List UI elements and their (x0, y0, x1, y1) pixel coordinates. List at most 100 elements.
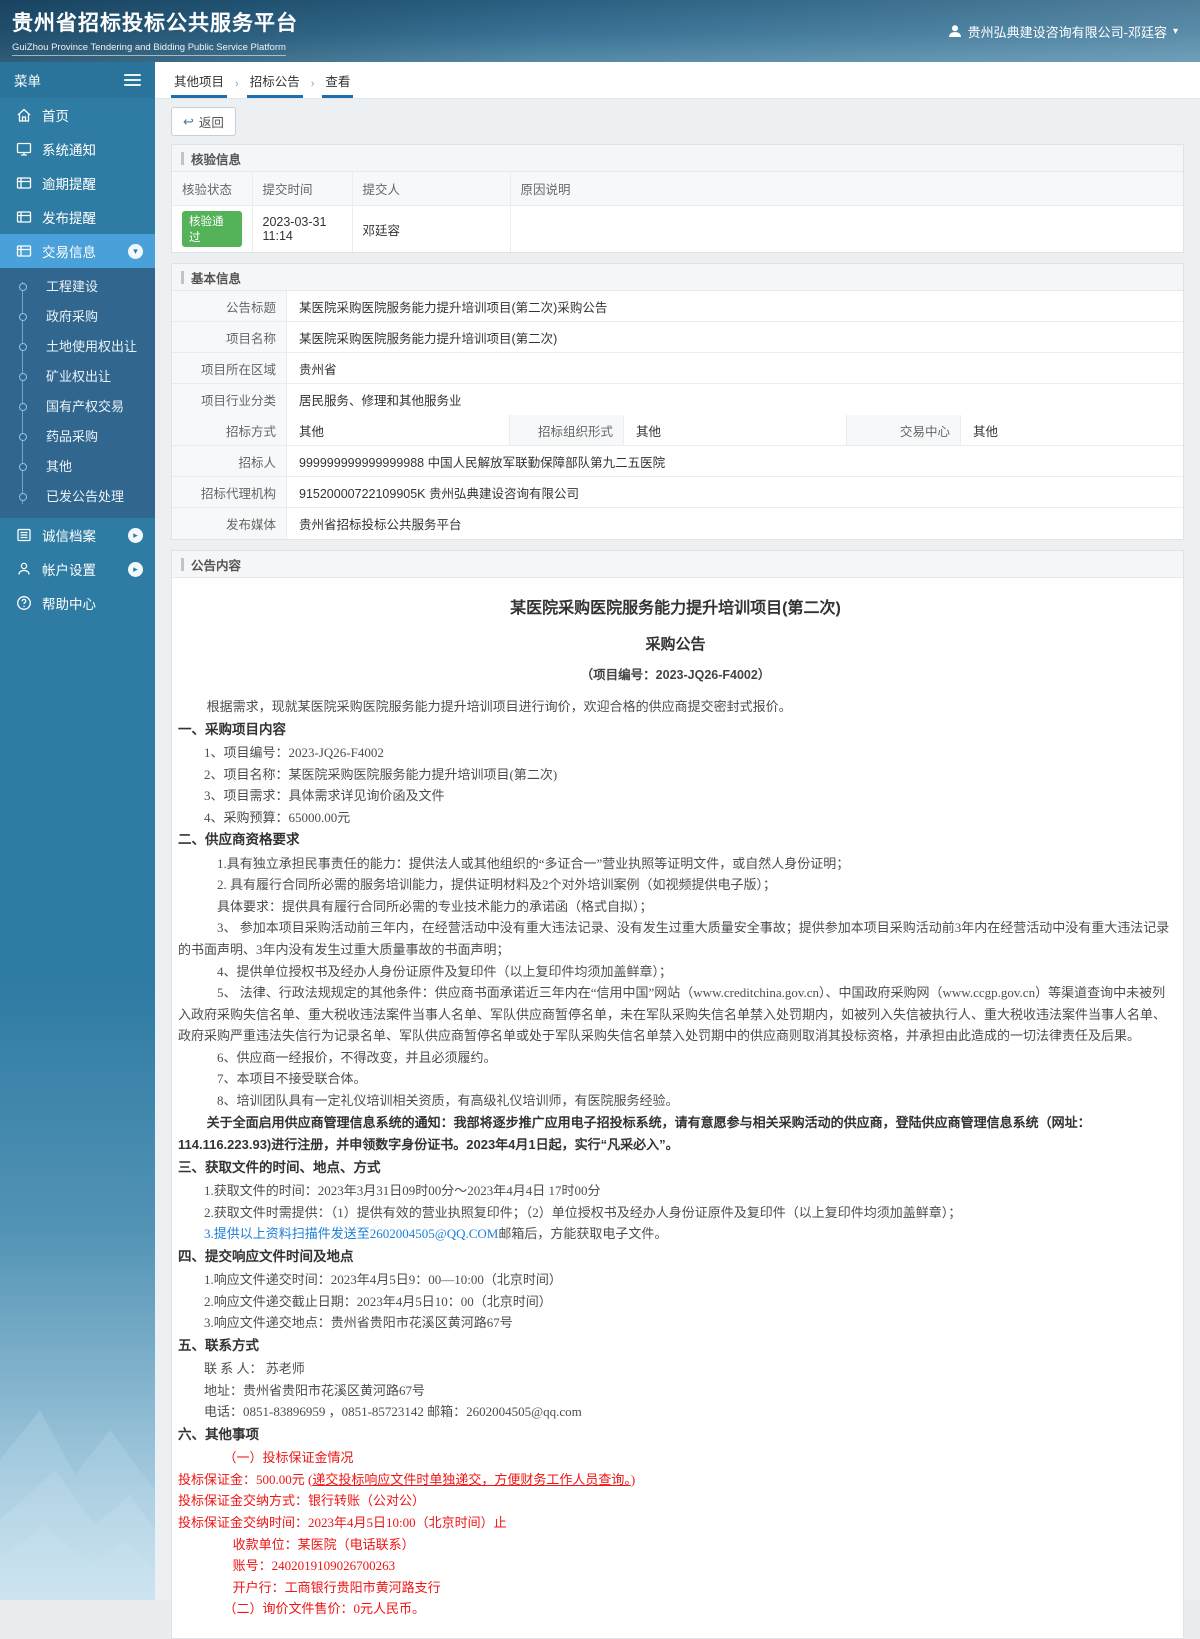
sidebar-subitem[interactable]: 国有产权交易 (0, 392, 155, 422)
verify-table: 核验状态 提交时间 提交人 原因说明 核验通过 2023-03-31 11:14… (172, 172, 1183, 252)
doc-text: 投标保证金交纳方式：银行转账（公对公） (178, 1493, 426, 1509)
doc-line: 开户行：工商银行贵阳市黄河路支行 (178, 1577, 1173, 1599)
breadcrumb-other-projects[interactable]: 其他项目 (171, 68, 228, 98)
announcement-panel-title: 公告内容 (191, 558, 242, 573)
toolbar: ↩ 返回 (155, 99, 1200, 142)
sidebar-item-account-settings[interactable]: 帐户设置 ▸ (0, 552, 155, 586)
doc-text: （二）询价文件售价：0元人民币。 (223, 1601, 426, 1617)
sidebar-item-label: 系统通知 (42, 143, 96, 158)
sidebar-subitem[interactable]: 已发公告处理 (0, 482, 155, 512)
info-group: 招标方式 其他 (172, 415, 509, 445)
doc-text: 四、提交响应文件时间及地点 (178, 1248, 354, 1264)
doc-text: 1.具有独立承担民事责任的能力：提供法人或其他组织的“多证合一”营业执照等证明文… (217, 855, 850, 871)
sidebar-item-overdue-reminder[interactable]: 逾期提醒 (0, 166, 155, 200)
doc-text: （一）投标保证金情况 (223, 1450, 354, 1466)
main-content: 其他项目 › 招标公告 › 查看 ↩ 返回 核验信息 核验状态 提交时间 提交人… (155, 62, 1200, 1639)
info-value: 其他 (299, 424, 325, 439)
doc-line: 收款单位：某医院（电话联系） (178, 1534, 1173, 1556)
doc-line: 采购公告 (178, 633, 1173, 658)
doc-text: 投标保证金：500.00元 ( (178, 1471, 313, 1487)
doc-line: 4、采购预算：65000.00元 (178, 807, 1173, 829)
announcement-panel: 公告内容 某医院采购医院服务能力提升培训项目(第二次) 采购公告 （项目编号：202… (171, 550, 1184, 1639)
platform-title: 贵州省招标投标公共服务平台 (12, 11, 298, 35)
person-gear-icon (18, 562, 30, 575)
chevron-right-icon: ▸ (128, 527, 143, 543)
info-label: 招标方式 (172, 415, 287, 445)
platform-subtitle: GuiZhou Province Tendering and Bidding P… (12, 42, 286, 56)
info-label: 项目所在区域 (172, 353, 287, 383)
doc-text: 根据需求，现就某医院采购医院服务能力提升培训项目进行询价，欢迎合格的供应商提交密… (206, 699, 792, 715)
doc-line: 3、项目需求：具体需求详见询价函及文件 (178, 785, 1173, 807)
hamburger-icon[interactable] (124, 74, 141, 86)
doc-line: 2. 具有履行合同所必需的服务培训能力，提供证明材料及2个对外培训案例（如视频提… (178, 874, 1173, 896)
sidebar-item-notifications[interactable]: 系统通知 (0, 132, 155, 166)
user-account-menu[interactable]: 贵州弘典建设咨询有限公司-邓廷容 ▾ (948, 22, 1178, 41)
sidebar-subitem[interactable]: 矿业权出让 (0, 362, 155, 392)
info-row: 项目行业分类 居民服务、修理和其他服务业 (172, 384, 1183, 415)
doc-text: 2、项目名称：某医院采购医院服务能力提升培训项目(第二次) (204, 766, 558, 782)
doc-line: 1.获取文件的时间：2023年3月31日09时00分～2023年4月4日 17时… (178, 1180, 1173, 1202)
sidebar-item-label: 发布提醒 (42, 211, 96, 226)
doc-text: 4、采购预算：65000.00元 (204, 809, 351, 825)
breadcrumb-tender-announcement[interactable]: 招标公告 (246, 68, 303, 98)
info-value: 某医院采购医院服务能力提升培训项目(第二次)采购公告 (299, 300, 608, 315)
info-value: 其他 (973, 424, 999, 439)
caret-down-icon: ▾ (1172, 25, 1178, 37)
info-group: 招标组织形式 其他 (509, 415, 846, 445)
doc-line: 四、提交响应文件时间及地点 (178, 1245, 1173, 1269)
doc-line: 投标保证金：500.00元 (递交投标响应文件时单独递交，方便财务工作人员查询。… (178, 1469, 1173, 1491)
doc-line: 1、项目编号：2023-JQ26-F4002 (178, 742, 1173, 764)
doc-text: 五、联系方式 (178, 1337, 259, 1353)
info-value: 某医院采购医院服务能力提升培训项目(第二次) (299, 331, 558, 346)
sidebar-menu-header: 菜单 (0, 62, 155, 98)
doc-line: 2、项目名称：某医院采购医院服务能力提升培训项目(第二次) (178, 764, 1173, 786)
col-reason: 原因说明 (509, 172, 1183, 206)
sidebar-subitem[interactable]: 药品采购 (0, 422, 155, 452)
doc-line: 2.获取文件时需提供：（1）提供有效的营业执照复印件；（2）单位授权书及经办人身… (178, 1202, 1173, 1224)
basic-rows-top: 公告标题 某医院采购医院服务能力提升培训项目(第二次)采购公告 项目名称 某医院… (172, 291, 1183, 415)
announcement-document: 某医院采购医院服务能力提升培训项目(第二次) 采购公告 （项目编号：2023-JQ2… (172, 578, 1183, 1638)
verify-info-panel: 核验信息 核验状态 提交时间 提交人 原因说明 核验通过 2023-03-31 … (171, 144, 1184, 253)
sidebar-item-credit-archive[interactable]: 诚信档案 ▸ (0, 518, 155, 552)
back-button[interactable]: ↩ 返回 (171, 107, 236, 136)
sidebar-subitem[interactable]: 工程建设 (0, 272, 155, 302)
doc-text: 具体要求：提供具有履行合同所必需的专业技术能力的承诺函（格式自拟）； (217, 898, 653, 914)
sidebar-item-home[interactable]: 首页 (0, 98, 155, 132)
doc-line: 8、培训团队具有一定礼仪培训相关资质，有高级礼仪培训师，有医院服务经验。 (178, 1090, 1173, 1112)
submitter-value: 邓廷容 (351, 205, 511, 252)
breadcrumb-view[interactable]: 查看 (322, 68, 354, 98)
section-bar-icon (181, 557, 184, 571)
sidebar-item-help-center[interactable]: 帮助中心 (0, 586, 155, 620)
info-value: 999999999999999988 中国人民解放军联勤保障部队第九二五医院 (299, 455, 666, 470)
sidebar-subitem[interactable]: 土地使用权出让 (0, 332, 155, 362)
doc-text: ) (630, 1471, 636, 1487)
doc-text: 联 系 人： 苏老师 (204, 1361, 305, 1377)
doc-text: 采购公告 (645, 635, 706, 653)
info-label: 发布媒体 (172, 508, 287, 539)
sidebar-item-publish-reminder[interactable]: 发布提醒 (0, 200, 155, 234)
email-link[interactable]: 3.提供以上资料扫描件发送至2602004505@QQ.COM (204, 1226, 498, 1241)
sidebar: 菜单 首页 系统通知 逾期提醒 发布提醒 交易信息 ▾ 工程建设 政府采购 土地使用… (0, 62, 155, 1600)
sidebar-subitem[interactable]: 其他 (0, 452, 155, 482)
sidebar-item-label: 诚信档案 (42, 529, 96, 544)
doc-text: 地址：贵州省贵阳市花溪区黄河路67号 (204, 1382, 426, 1398)
doc-line: 六、其他事项 (178, 1423, 1173, 1447)
doc-line: 三、获取文件的时间、地点、方式 (178, 1156, 1173, 1180)
reason-value (509, 205, 1183, 252)
user-name: 贵州弘典建设咨询有限公司-邓廷容 (967, 24, 1167, 40)
verify-panel-header: 核验信息 (172, 145, 1183, 172)
info-value: 其他 (636, 424, 662, 439)
doc-text: 某医院采购医院服务能力提升培训项目(第二次) (510, 600, 841, 617)
doc-line: 账号：2402019109026700263 (178, 1555, 1173, 1577)
folder-icon (16, 177, 32, 189)
sidebar-subitem[interactable]: 政府采购 (0, 302, 155, 332)
doc-line: 电话：0851-83896959 ，0851-85723142 邮箱：26020… (178, 1401, 1173, 1423)
sidebar-item-transaction-info[interactable]: 交易信息 ▾ (0, 234, 155, 268)
col-verify-status: 核验状态 (172, 172, 253, 206)
doc-text: 3.响应文件递交地点：贵州省贵阳市花溪区黄河路67号 (204, 1315, 513, 1331)
doc-line: 联 系 人： 苏老师 (178, 1358, 1173, 1380)
doc-line: 地址：贵州省贵阳市花溪区黄河路67号 (178, 1380, 1173, 1402)
basic-panel-header: 基本信息 (172, 264, 1183, 291)
info-label: 招标代理机构 (172, 477, 287, 507)
doc-text: 3、 参加本项目采购活动前三年内，在经营活动中没有重大违法记录、没有发生过重大质… (178, 920, 1170, 957)
